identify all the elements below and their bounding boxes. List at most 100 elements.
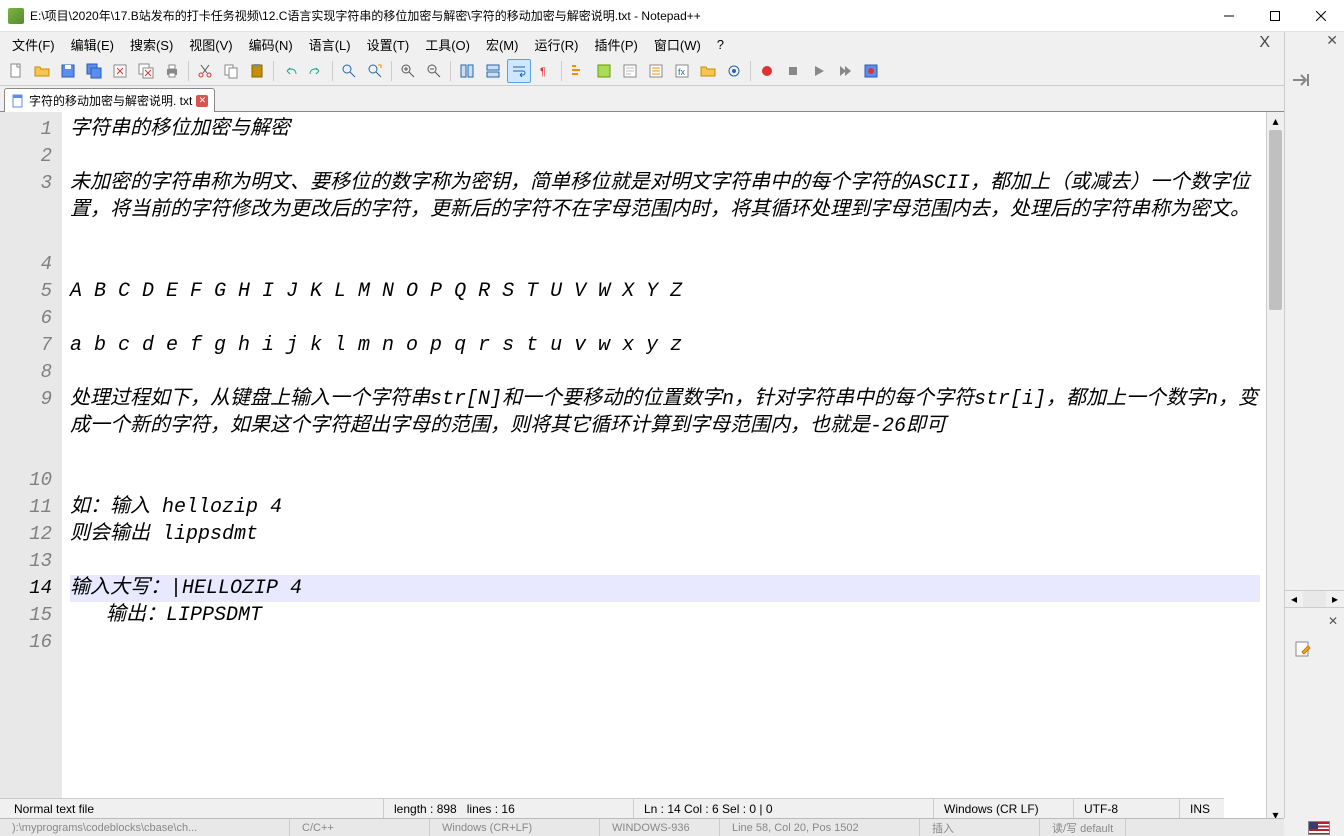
doclist-icon[interactable] xyxy=(644,59,668,83)
ime-flag-icon[interactable] xyxy=(1308,821,1330,835)
zoom-out-icon[interactable] xyxy=(422,59,446,83)
hscroll-right-icon[interactable]: ▸ xyxy=(1326,591,1344,607)
maximize-button[interactable] xyxy=(1252,0,1298,32)
hscroll-track[interactable] xyxy=(1303,591,1326,607)
toolbar-separator xyxy=(561,61,562,81)
zoom-in-icon[interactable] xyxy=(396,59,420,83)
menu-language[interactable]: 语言(L) xyxy=(301,32,359,57)
status-encoding[interactable]: UTF-8 xyxy=(1074,799,1180,818)
scroll-up-icon[interactable]: ▴ xyxy=(1267,112,1284,130)
scroll-thumb[interactable] xyxy=(1269,130,1282,310)
panel-arrow-icon[interactable] xyxy=(1293,72,1313,91)
menu-run[interactable]: 运行(R) xyxy=(526,32,586,57)
tab-active[interactable]: 字符的移动加密与解密说明. txt ✕ xyxy=(4,88,215,112)
status-filetype: Normal text file xyxy=(4,799,384,818)
close-all-icon[interactable] xyxy=(134,59,158,83)
folder-icon[interactable] xyxy=(696,59,720,83)
scroll-track[interactable] xyxy=(1267,130,1284,806)
open-file-icon[interactable] xyxy=(30,59,54,83)
menu-tools[interactable]: 工具(O) xyxy=(417,32,478,57)
svg-text:fx: fx xyxy=(678,67,686,77)
menu-settings[interactable]: 设置(T) xyxy=(359,32,418,57)
sync-h-icon[interactable] xyxy=(481,59,505,83)
minimize-button[interactable] xyxy=(1206,0,1252,32)
close-file-icon[interactable] xyxy=(108,59,132,83)
redo-icon[interactable] xyxy=(304,59,328,83)
tab-close-icon[interactable]: ✕ xyxy=(196,95,208,107)
statusbar: Normal text file length : 898 lines : 16… xyxy=(0,798,1224,818)
ext-path: ):\myprograms\codeblocks\cbase\ch... xyxy=(0,819,290,836)
funclist-icon[interactable]: fx xyxy=(670,59,694,83)
menu-help[interactable]: ? xyxy=(709,34,732,55)
toolbar-separator xyxy=(391,61,392,81)
ext-enc: WINDOWS-936 xyxy=(600,819,720,836)
app-icon xyxy=(8,8,24,24)
file-icon xyxy=(11,94,25,108)
menubar: 文件(F) 编辑(E) 搜索(S) 视图(V) 编码(N) 语言(L) 设置(T… xyxy=(0,32,1284,56)
menu-window[interactable]: 窗口(W) xyxy=(646,32,709,57)
cut-icon[interactable] xyxy=(193,59,217,83)
status-eol[interactable]: Windows (CR LF) xyxy=(934,799,1074,818)
external-statusbar: ):\myprograms\codeblocks\cbase\ch... C/C… xyxy=(0,818,1284,836)
toolbar-separator xyxy=(450,61,451,81)
panel-x-icon[interactable]: ✕ xyxy=(1328,614,1338,628)
stop-record-icon[interactable] xyxy=(781,59,805,83)
tabbar: 字符的移动加密与解密说明. txt ✕ xyxy=(0,86,1284,112)
menu-view[interactable]: 视图(V) xyxy=(181,32,240,57)
toolbar-separator xyxy=(188,61,189,81)
userlang-icon[interactable] xyxy=(592,59,616,83)
ext-lang: C/C++ xyxy=(290,819,430,836)
save-all-icon[interactable] xyxy=(82,59,106,83)
play-multi-icon[interactable] xyxy=(833,59,857,83)
svg-text:¶: ¶ xyxy=(540,66,546,78)
print-icon[interactable] xyxy=(160,59,184,83)
ext-ins: 插入 xyxy=(920,819,1040,836)
sync-v-icon[interactable] xyxy=(455,59,479,83)
right-panel: ✕ ◂ ▸ ✕ xyxy=(1284,32,1344,818)
record-icon[interactable] xyxy=(755,59,779,83)
menu-encoding[interactable]: 编码(N) xyxy=(241,32,301,57)
menu-plugins[interactable]: 插件(P) xyxy=(587,32,646,57)
save-icon[interactable] xyxy=(56,59,80,83)
editor-area: 12345678910111213141516 字符串的移位加密与解密未加密的字… xyxy=(0,112,1284,824)
ext-pos: Line 58, Col 20, Pos 1502 xyxy=(720,819,920,836)
titlebar: E:\项目\2020年\17.B站发布的打卡任务视频\12.C语言实现字符串的移… xyxy=(0,0,1344,32)
replace-icon[interactable] xyxy=(363,59,387,83)
show-all-chars-icon[interactable]: ¶ xyxy=(533,59,557,83)
vertical-scrollbar[interactable]: ▴ ▾ xyxy=(1266,112,1284,824)
panel-edit-icon[interactable] xyxy=(1295,641,1313,662)
wrap-icon[interactable] xyxy=(507,59,531,83)
status-length: length : 898 lines : 16 xyxy=(384,799,634,818)
find-icon[interactable] xyxy=(337,59,361,83)
play-icon[interactable] xyxy=(807,59,831,83)
mdi-close-icon[interactable]: X xyxy=(1259,34,1270,52)
save-macro-icon[interactable] xyxy=(859,59,883,83)
line-number-gutter: 12345678910111213141516 xyxy=(0,112,62,824)
docmap-icon[interactable] xyxy=(618,59,642,83)
window-controls xyxy=(1206,0,1344,32)
menu-file[interactable]: 文件(F) xyxy=(4,32,63,57)
menu-macro[interactable]: 宏(M) xyxy=(478,32,527,57)
toolbar: ¶ fx xyxy=(0,56,1284,86)
toolbar-separator xyxy=(273,61,274,81)
menu-edit[interactable]: 编辑(E) xyxy=(63,32,122,57)
hscroll-left-icon[interactable]: ◂ xyxy=(1285,591,1303,607)
status-position: Ln : 14 Col : 6 Sel : 0 | 0 xyxy=(634,799,934,818)
toolbar-separator xyxy=(750,61,751,81)
monitor-icon[interactable] xyxy=(722,59,746,83)
status-insmode[interactable]: INS xyxy=(1180,799,1220,818)
code-editor[interactable]: 字符串的移位加密与解密未加密的字符串称为明文、要移位的数字称为密钥，简单移位就是… xyxy=(62,112,1266,824)
paste-icon[interactable] xyxy=(245,59,269,83)
panel-close-icon[interactable]: ✕ xyxy=(1326,32,1338,49)
ext-eol: Windows (CR+LF) xyxy=(430,819,600,836)
tab-label: 字符的移动加密与解密说明. txt xyxy=(29,92,192,109)
undo-icon[interactable] xyxy=(278,59,302,83)
indent-guide-icon[interactable] xyxy=(566,59,590,83)
copy-icon[interactable] xyxy=(219,59,243,83)
panel-hscroll[interactable]: ◂ ▸ xyxy=(1285,590,1344,608)
toolbar-separator xyxy=(332,61,333,81)
close-button[interactable] xyxy=(1298,0,1344,32)
new-file-icon[interactable] xyxy=(4,59,28,83)
menu-search[interactable]: 搜索(S) xyxy=(122,32,181,57)
window-title: E:\项目\2020年\17.B站发布的打卡任务视频\12.C语言实现字符串的移… xyxy=(30,7,1206,24)
